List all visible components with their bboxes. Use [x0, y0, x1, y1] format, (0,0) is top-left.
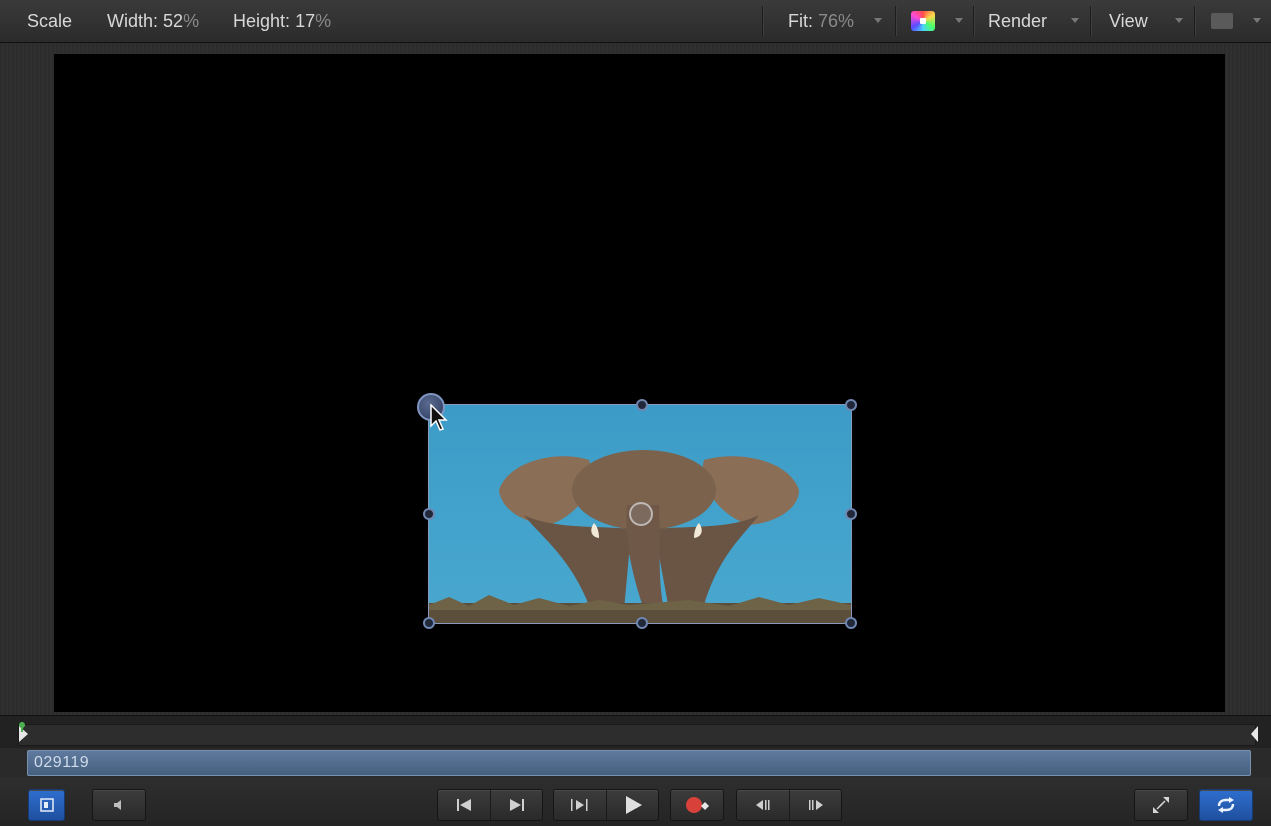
toolbar-divider [973, 6, 975, 36]
mini-timeline [0, 715, 1271, 749]
play-icon [626, 796, 642, 814]
width-unit: % [183, 11, 200, 31]
frame-step-group [736, 789, 842, 821]
toolbar-divider [1194, 6, 1196, 36]
out-point-marker-icon[interactable] [1250, 725, 1260, 743]
timecode-row: 029119 [0, 748, 1271, 778]
loop-icon [1217, 797, 1235, 813]
width-value: 52 [163, 11, 184, 31]
scale-handle-bottom-left[interactable] [423, 617, 435, 629]
next-frame-button[interactable] [789, 790, 841, 820]
play-group [553, 789, 659, 821]
fit-chevron-down-icon[interactable] [874, 18, 882, 23]
scale-handle-top[interactable] [636, 399, 648, 411]
height-unit: % [315, 11, 332, 31]
width-label: Width: [107, 11, 159, 31]
render-menu[interactable]: Render [988, 11, 1047, 32]
previous-frame-icon [756, 800, 770, 810]
mouse-pointer-icon [430, 404, 448, 431]
play-range-icon [571, 799, 588, 811]
view-menu[interactable]: View [1109, 11, 1148, 32]
speaker-icon [114, 800, 121, 810]
timeline-bar[interactable] [18, 724, 1256, 746]
channels-chevron-down-icon[interactable] [955, 18, 963, 23]
play-button[interactable] [606, 790, 658, 820]
transport-bar [0, 778, 1271, 826]
scale-handle-bottom[interactable] [636, 617, 648, 629]
layout-chevron-down-icon[interactable] [1253, 18, 1261, 23]
previous-frame-button[interactable] [737, 790, 789, 820]
loop-button[interactable] [1199, 789, 1253, 821]
viewer-toolbar: Scale Width: 52% Height: 17% Fit: 76% Re… [0, 0, 1271, 43]
height-readout: Height: 17% [233, 11, 331, 32]
next-frame-icon [809, 800, 823, 810]
timecode-value: 029119 [34, 754, 90, 771]
fit-label: Fit: [788, 11, 813, 31]
show-layers-button[interactable] [28, 789, 65, 821]
go-to-start-button[interactable] [438, 790, 490, 820]
scale-handle-bottom-right[interactable] [845, 617, 857, 629]
record-button[interactable] [670, 789, 724, 821]
go-to-group [437, 789, 543, 821]
show-layers-icon [39, 798, 54, 812]
go-to-start-icon [457, 799, 471, 811]
fullscreen-button[interactable] [1134, 789, 1188, 821]
go-to-end-icon [510, 799, 524, 811]
expand-icon [1153, 797, 1169, 813]
play-in-out-button[interactable] [554, 790, 606, 820]
record-icon [686, 797, 709, 813]
toolbar-divider [895, 6, 897, 36]
height-value: 17 [295, 11, 316, 31]
height-label: Height: [233, 11, 291, 31]
anchor-point-icon[interactable] [629, 502, 653, 526]
view-chevron-down-icon[interactable] [1175, 18, 1183, 23]
timecode-field[interactable]: 029119 [27, 750, 1251, 776]
scale-handle-right[interactable] [845, 508, 857, 520]
width-readout: Width: 52% [107, 11, 199, 32]
channels-color-icon[interactable] [911, 11, 935, 31]
scale-handle-top-right[interactable] [845, 399, 857, 411]
toolbar-divider [1090, 6, 1092, 36]
scale-handle-left[interactable] [423, 508, 435, 520]
in-point-marker-icon[interactable] [17, 722, 31, 744]
view-layout-icon[interactable] [1211, 13, 1233, 29]
tool-name: Scale [27, 11, 73, 31]
go-to-end-button[interactable] [490, 790, 542, 820]
fit-value: 76% [818, 11, 855, 31]
fit-zoom-menu[interactable]: Fit: 76% [788, 11, 854, 32]
render-chevron-down-icon[interactable] [1071, 18, 1079, 23]
toolbar-divider [762, 6, 764, 36]
audio-button[interactable] [92, 789, 146, 821]
